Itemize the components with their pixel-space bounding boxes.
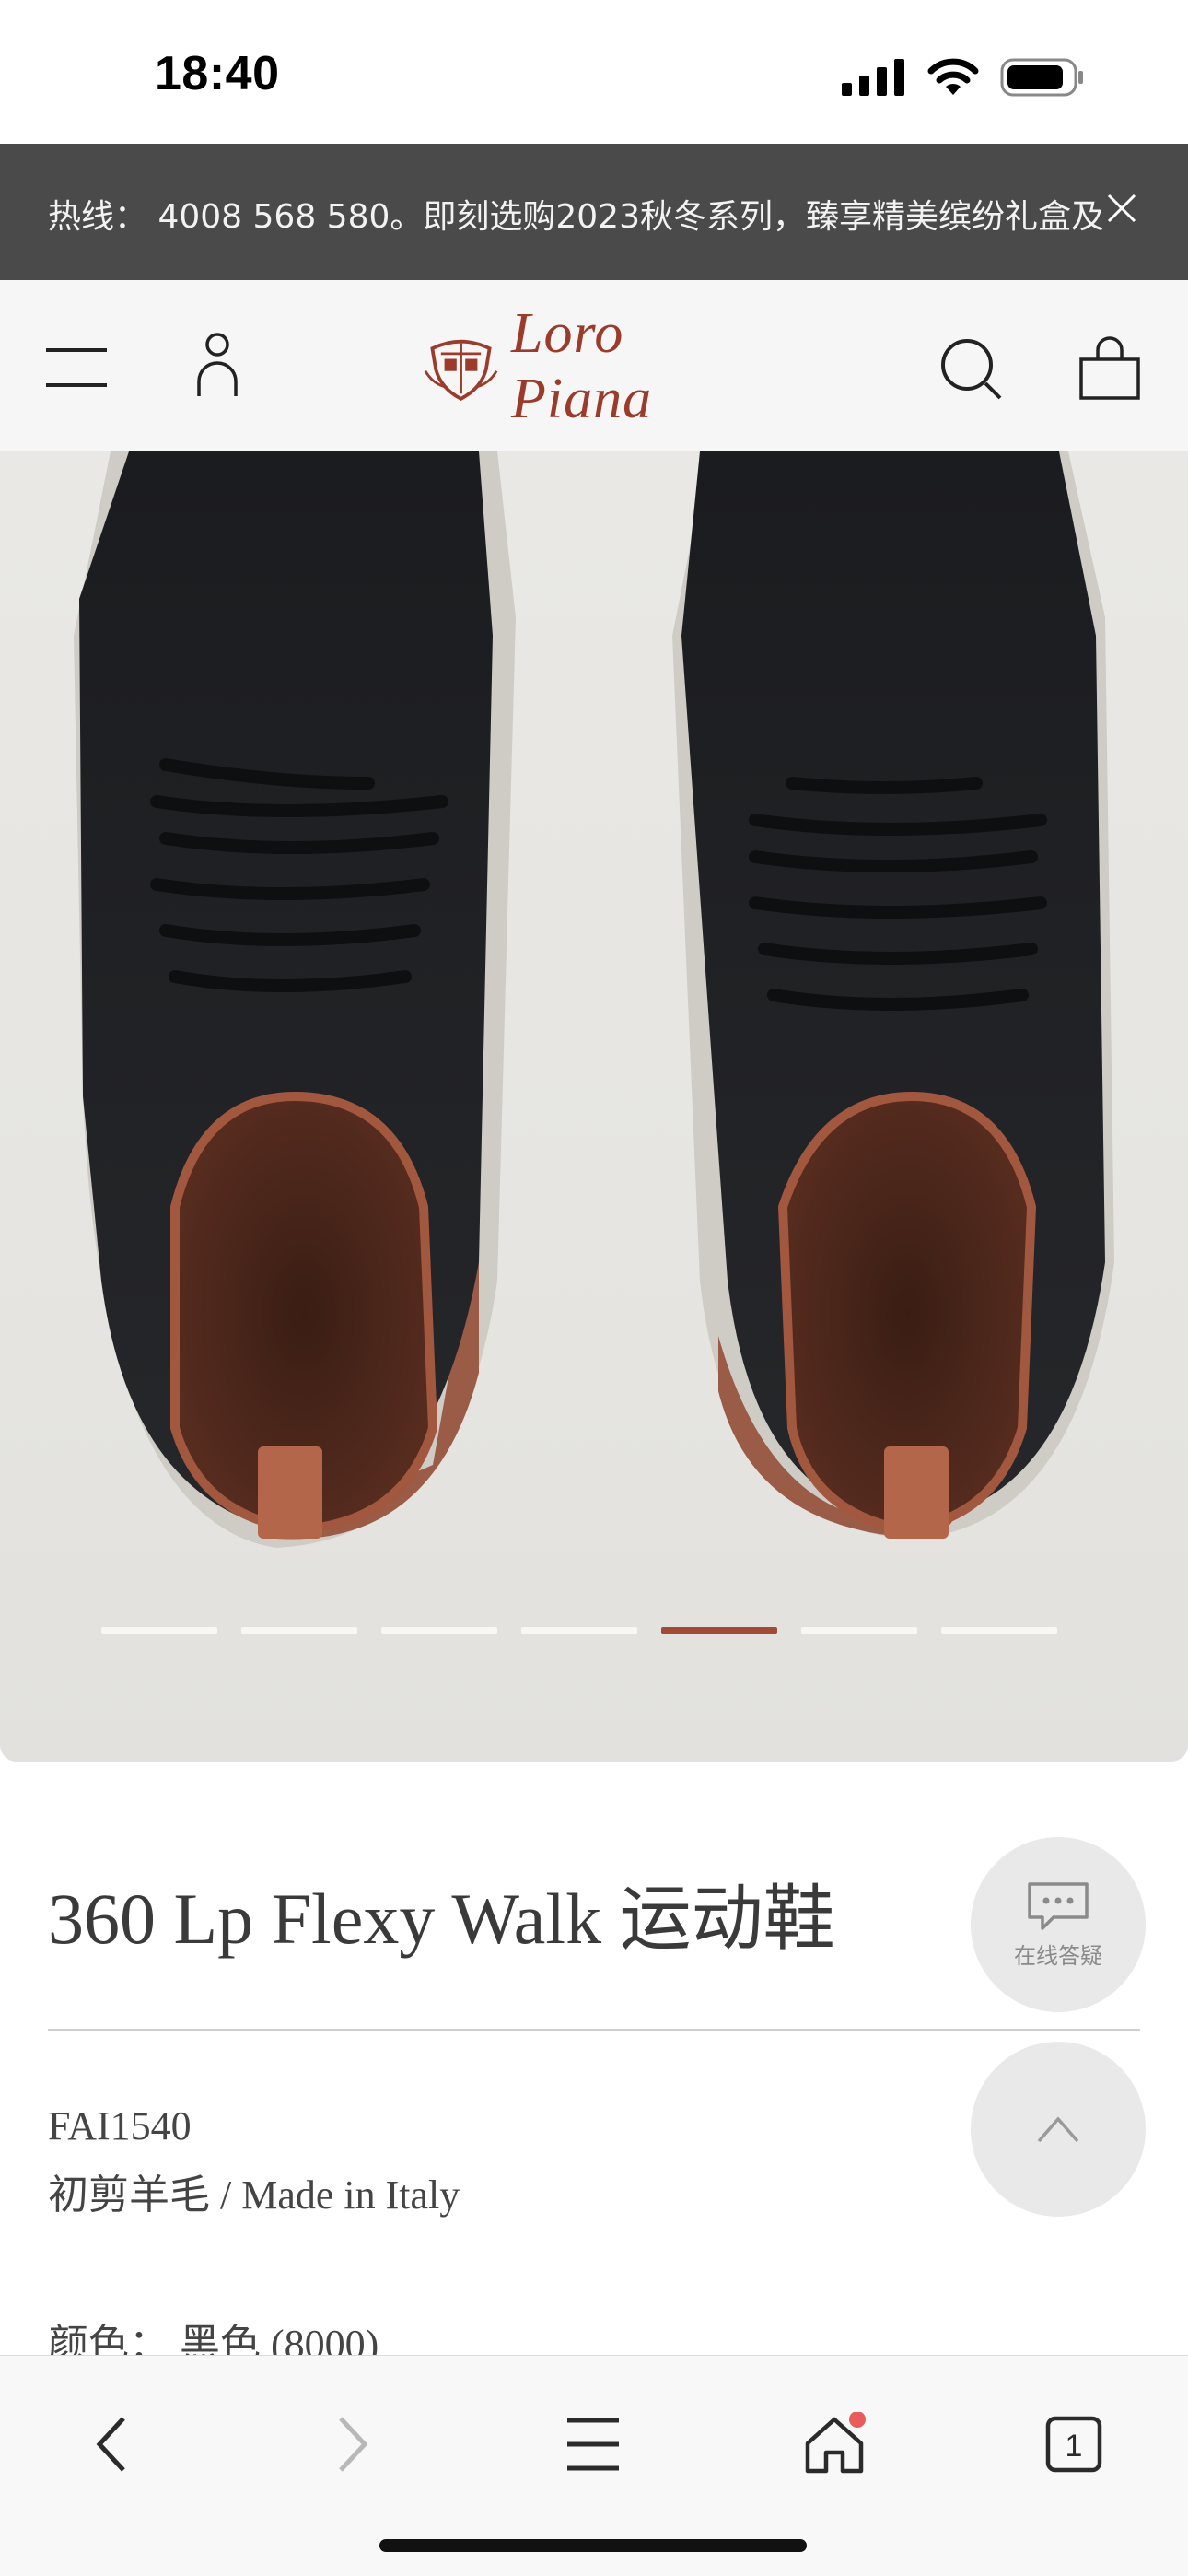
carousel-dot[interactable] xyxy=(801,1627,917,1634)
menu-icon[interactable] xyxy=(44,346,109,389)
home-button[interactable] xyxy=(788,2398,880,2490)
carousel-dot[interactable] xyxy=(381,1627,497,1634)
promo-banner: 热线： 4008 568 580。即刻选购2023秋冬系列，臻享精美缤纷礼盒及 xyxy=(0,144,1188,280)
product-photo xyxy=(74,451,1114,1548)
close-icon[interactable] xyxy=(1103,190,1140,227)
chat-icon xyxy=(1028,1881,1089,1930)
browser-menu-icon xyxy=(567,2418,619,2471)
tabs-count: 1 xyxy=(1066,2429,1083,2464)
wifi-icon xyxy=(927,58,979,95)
browser-menu-button[interactable] xyxy=(547,2398,639,2490)
arrow-up-icon xyxy=(1037,2116,1079,2143)
back-button[interactable] xyxy=(64,2398,157,2490)
product-image-carousel[interactable] xyxy=(0,451,1188,1762)
heel-tab xyxy=(884,1446,949,1539)
status-icons xyxy=(842,57,1085,98)
back-to-top-button[interactable] xyxy=(971,2042,1146,2217)
divider xyxy=(48,2029,1140,2031)
site-header: Loro Piana xyxy=(0,280,1188,451)
tabs-icon: 1 xyxy=(1045,2416,1102,2473)
signal-icon xyxy=(842,59,904,96)
shopping-bag-icon[interactable] xyxy=(1077,334,1142,400)
tabs-button[interactable]: 1 xyxy=(1028,2398,1120,2490)
carousel-dot[interactable] xyxy=(661,1627,777,1634)
product-material: 初剪羊毛 / Made in Italy xyxy=(48,2172,460,2218)
product-sku: FAI1540 xyxy=(48,2103,192,2149)
brand-crest-icon xyxy=(424,339,498,401)
carousel-dot[interactable] xyxy=(101,1627,217,1634)
home-icon xyxy=(805,2412,866,2474)
heel-tab xyxy=(258,1446,322,1539)
chat-label: 在线答疑 xyxy=(1014,1942,1102,1969)
back-icon xyxy=(96,2417,125,2472)
search-icon[interactable] xyxy=(939,337,1004,402)
promo-text: 热线： 4008 568 580。即刻选购2023秋冬系列，臻享精美缤纷礼盒及 xyxy=(48,198,1104,236)
forward-icon xyxy=(339,2417,368,2472)
carousel-dot[interactable] xyxy=(521,1627,637,1634)
product-title: 360 Lp Flexy Walk 运动鞋 xyxy=(48,1879,835,1959)
online-chat-button[interactable]: 在线答疑 xyxy=(971,1837,1146,2012)
home-indicator xyxy=(379,2539,807,2552)
status-time: 18:40 xyxy=(155,47,280,100)
forward-button[interactable] xyxy=(308,2398,400,2490)
brand-logo[interactable]: Loro Piana xyxy=(424,302,764,430)
account-icon[interactable] xyxy=(193,332,241,398)
carousel-indicators xyxy=(101,1627,1057,1634)
battery-icon xyxy=(1000,58,1083,97)
brand-name: Loro Piana xyxy=(511,302,653,430)
carousel-dot[interactable] xyxy=(241,1627,357,1634)
carousel-dot[interactable] xyxy=(941,1627,1057,1634)
status-bar: 18:40 xyxy=(0,0,1188,144)
